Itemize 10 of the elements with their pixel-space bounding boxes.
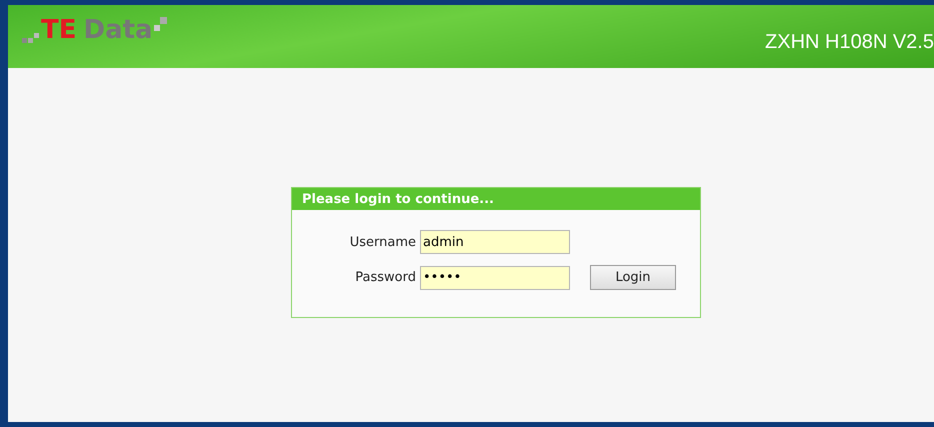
login-button[interactable]: Login xyxy=(590,265,676,290)
input-field[interactable]: admin xyxy=(420,230,570,254)
logo-squares-icon xyxy=(154,16,168,32)
field-label: Password xyxy=(354,270,416,285)
input-field[interactable]: ••••• xyxy=(420,266,570,290)
logo-text: TE xyxy=(41,16,76,42)
login-title: Please login to continue... xyxy=(292,188,700,210)
field-label: Username xyxy=(348,234,416,250)
logo-text: Data xyxy=(84,16,153,42)
model-name: ZXHN H108N V2.5 xyxy=(765,31,934,54)
